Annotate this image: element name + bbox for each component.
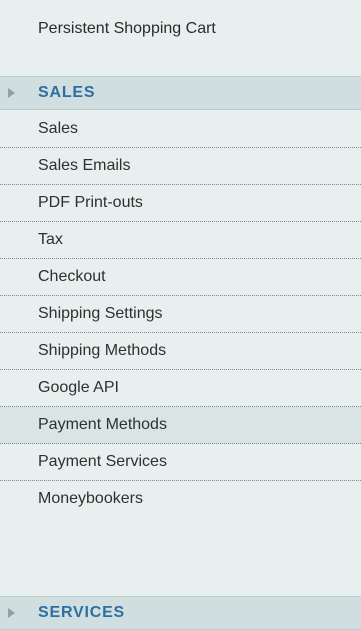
sidebar-item-payment-methods[interactable]: Payment Methods: [0, 407, 361, 444]
section-header-services[interactable]: SERVICES: [0, 596, 361, 630]
triangle-right-icon: [8, 88, 15, 98]
sidebar-item-payment-services[interactable]: Payment Services: [0, 444, 361, 481]
triangle-right-icon: [8, 608, 15, 618]
sidebar-item-label: Shipping Settings: [38, 305, 163, 322]
sidebar-item-google-api[interactable]: Google API: [0, 370, 361, 407]
sidebar-item-label: Tax: [38, 231, 63, 248]
sidebar-item-shipping-methods[interactable]: Shipping Methods: [0, 333, 361, 370]
sidebar-item-label: Sales Emails: [38, 157, 131, 174]
sidebar-item-label: Shipping Methods: [38, 342, 167, 359]
sidebar-item-pdf-print-outs[interactable]: PDF Print-outs: [0, 185, 361, 222]
sidebar-item-label: Persistent Shopping Cart: [38, 20, 216, 37]
sidebar-item-label: Google API: [38, 379, 119, 396]
admin-config-sidebar: Persistent Shopping Cart SALES Sales Sal…: [0, 0, 361, 630]
sidebar-item-persistent-shopping-cart[interactable]: Persistent Shopping Cart: [0, 0, 361, 62]
sidebar-item-tax[interactable]: Tax: [0, 222, 361, 259]
sidebar-item-label: PDF Print-outs: [38, 194, 143, 211]
sidebar-item-checkout[interactable]: Checkout: [0, 259, 361, 296]
sidebar-item-moneybookers[interactable]: Moneybookers: [0, 481, 361, 518]
sidebar-item-shipping-settings[interactable]: Shipping Settings: [0, 296, 361, 333]
sidebar-item-sales[interactable]: Sales: [0, 111, 361, 148]
sidebar-item-label: Moneybookers: [38, 490, 143, 507]
sidebar-item-sales-emails[interactable]: Sales Emails: [0, 148, 361, 185]
sidebar-item-label: Payment Methods: [38, 416, 167, 433]
sidebar-item-label: Payment Services: [38, 453, 167, 470]
sales-menu-list: Sales Sales Emails PDF Print-outs Tax Ch…: [0, 111, 361, 518]
section-title: SERVICES: [38, 604, 126, 621]
section-header-sales[interactable]: SALES: [0, 76, 361, 110]
section-title: SALES: [38, 84, 96, 101]
sidebar-item-label: Checkout: [38, 268, 106, 285]
sidebar-item-label: Sales: [38, 120, 79, 137]
